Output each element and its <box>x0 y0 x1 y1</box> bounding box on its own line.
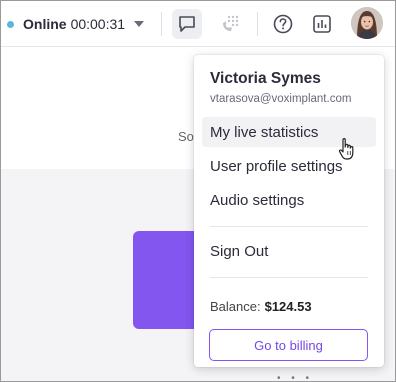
menu-divider <box>210 277 368 278</box>
phone-keypad-button[interactable] <box>215 9 245 39</box>
sign-out-button[interactable]: Sign Out <box>202 236 376 266</box>
balance: Balance: $124.53 <box>210 299 312 314</box>
go-to-billing-button[interactable]: Go to billing <box>209 329 368 361</box>
phone-keypad-icon <box>223 15 239 31</box>
divider <box>161 12 162 36</box>
user-email: vtarasova@voximplant.com <box>210 93 352 105</box>
balance-label: Balance: <box>210 299 261 314</box>
chevron-down-icon <box>134 21 145 27</box>
status-label: Online <box>23 16 67 32</box>
chat-icon <box>179 16 195 32</box>
balance-value: $124.53 <box>264 299 312 314</box>
more-icon[interactable]: • • • <box>277 373 313 381</box>
hand-pointer-cursor-icon <box>338 138 354 160</box>
user-name: Victoria Symes <box>210 70 321 87</box>
statistics-button[interactable] <box>307 9 337 39</box>
menu-item-audio-settings[interactable]: Audio settings <box>202 185 376 215</box>
status-timer: 00:00:31 <box>70 16 126 32</box>
user-menu: Victoria Symes vtarasova@voximplant.com … <box>194 55 384 367</box>
status-dot-icon <box>7 20 14 28</box>
divider <box>257 12 258 36</box>
help-icon <box>273 14 293 34</box>
menu-divider <box>210 226 368 227</box>
bar-chart-icon <box>313 15 331 33</box>
help-button[interactable] <box>268 9 298 39</box>
avatar[interactable] <box>351 7 383 39</box>
app-window: Sort by • • • Online 00:00:31 <box>0 0 396 382</box>
chat-button[interactable] <box>172 9 202 39</box>
status-selector[interactable]: Online 00:00:31 <box>7 13 145 35</box>
user-avatar-icon <box>351 7 383 39</box>
top-bar: Online 00:00:31 <box>1 1 395 47</box>
